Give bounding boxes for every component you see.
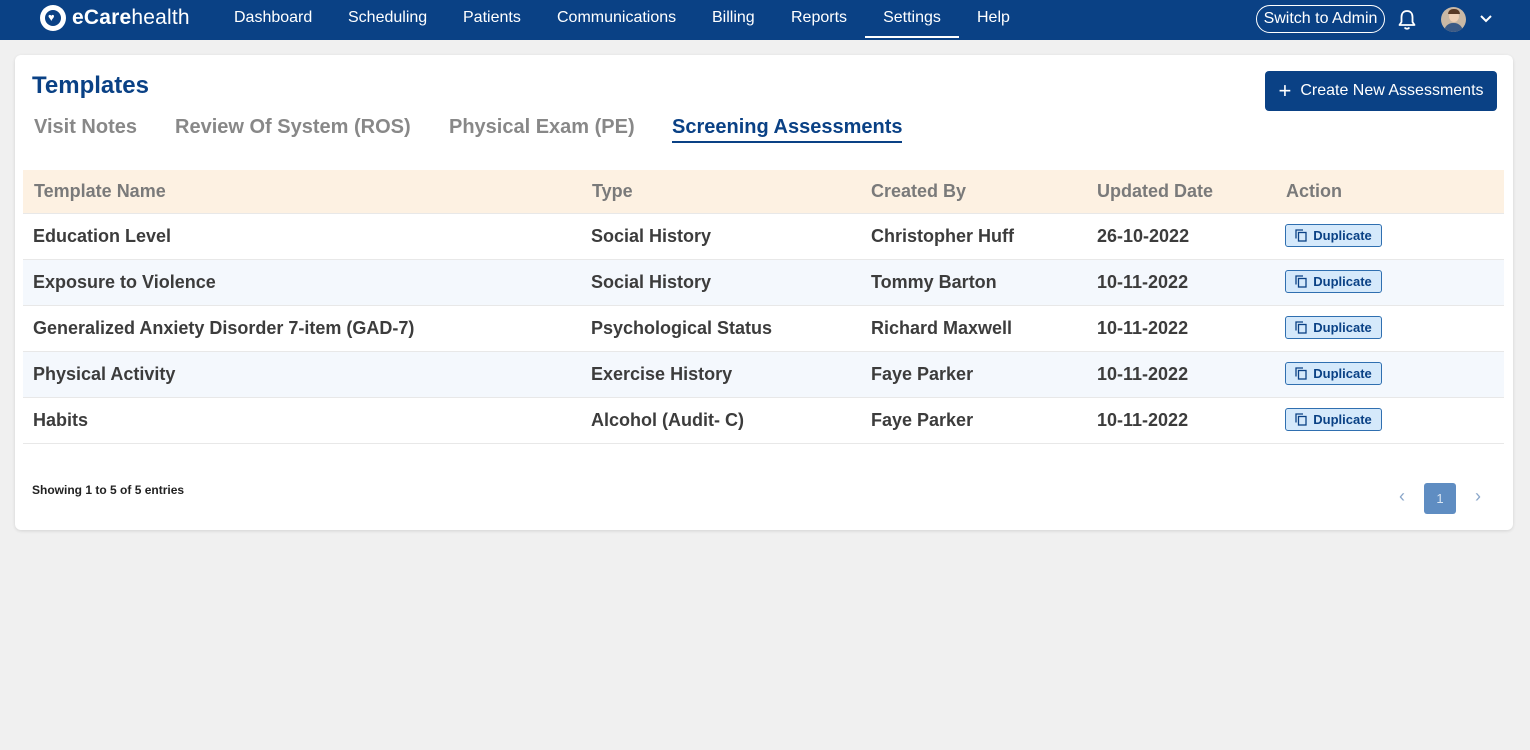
- table-row: Exposure to Violence Social History Tomm…: [23, 260, 1504, 306]
- templates-card: Templates + Create New Assessments Visit…: [15, 55, 1513, 530]
- heart-logo-icon: ♥: [40, 5, 66, 31]
- tab-screening-assessments[interactable]: Screening Assessments: [672, 116, 903, 143]
- copy-icon: [1295, 229, 1307, 242]
- cell-updated-date: 10-11-2022: [1097, 272, 1189, 292]
- cell-template-name[interactable]: Habits: [33, 398, 88, 443]
- column-header-type[interactable]: Type: [592, 170, 633, 213]
- nav-dashboard[interactable]: Dashboard: [234, 0, 312, 36]
- duplicate-label: Duplicate: [1313, 412, 1372, 427]
- nav-patients[interactable]: Patients: [463, 0, 521, 36]
- duplicate-button[interactable]: Duplicate: [1285, 270, 1382, 293]
- cell-type: Psychological Status: [591, 318, 773, 338]
- table-row: Physical Activity Exercise History Faye …: [23, 352, 1504, 398]
- page-title: Templates: [32, 72, 149, 99]
- tab-visit-notes[interactable]: Visit Notes: [34, 116, 137, 141]
- duplicate-label: Duplicate: [1313, 274, 1372, 289]
- column-header-action: Action: [1286, 181, 1342, 201]
- column-header-updated-date[interactable]: Updated Date: [1097, 170, 1213, 213]
- cell-updated-date: 10-11-2022: [1097, 318, 1189, 338]
- plus-icon: +: [1278, 78, 1292, 103]
- bell-icon[interactable]: [1397, 9, 1417, 31]
- duplicate-label: Duplicate: [1313, 320, 1372, 335]
- duplicate-button[interactable]: Duplicate: [1285, 224, 1382, 247]
- table-row: Generalized Anxiety Disorder 7-item (GAD…: [23, 306, 1504, 352]
- create-new-assessments-button[interactable]: + Create New Assessments: [1265, 71, 1497, 111]
- table-row: Habits Alcohol (Audit- C) Faye Parker 10…: [23, 398, 1504, 444]
- duplicate-button[interactable]: Duplicate: [1285, 408, 1382, 431]
- tab-review-of-system[interactable]: Review Of System (ROS): [175, 116, 411, 141]
- cell-template-name[interactable]: Physical Activity: [33, 352, 175, 397]
- nav-billing[interactable]: Billing: [712, 0, 755, 36]
- chevron-down-icon[interactable]: [1479, 13, 1493, 25]
- column-header-created-by[interactable]: Created By: [871, 170, 966, 213]
- templates-table: Template Name Type Created By Updated Da…: [23, 170, 1504, 444]
- chevron-left-icon[interactable]: ‹: [1395, 487, 1409, 505]
- duplicate-label: Duplicate: [1313, 366, 1372, 381]
- duplicate-button[interactable]: Duplicate: [1285, 362, 1382, 385]
- nav-settings[interactable]: Settings: [865, 0, 959, 38]
- copy-icon: [1295, 413, 1307, 426]
- switch-to-admin-button[interactable]: Switch to Admin: [1256, 5, 1385, 33]
- cell-type: Exercise History: [591, 364, 733, 384]
- cell-created-by: Tommy Barton: [871, 272, 997, 292]
- table-header: Template Name Type Created By Updated Da…: [23, 170, 1504, 214]
- cell-created-by: Faye Parker: [871, 410, 974, 430]
- cell-template-name[interactable]: Education Level: [33, 214, 171, 259]
- nav-scheduling[interactable]: Scheduling: [348, 0, 427, 36]
- brand-name: eCarehealth: [72, 6, 190, 29]
- tab-physical-exam[interactable]: Physical Exam (PE): [449, 116, 635, 141]
- ecarehealth-logo[interactable]: ♥ eCarehealth: [40, 3, 190, 33]
- copy-icon: [1295, 367, 1307, 380]
- duplicate-button[interactable]: Duplicate: [1285, 316, 1382, 339]
- cell-template-name[interactable]: Generalized Anxiety Disorder 7-item (GAD…: [33, 306, 414, 351]
- cell-created-by: Christopher Huff: [871, 226, 1014, 246]
- nav-help[interactable]: Help: [977, 0, 1010, 36]
- copy-icon: [1295, 321, 1307, 334]
- cell-updated-date: 10-11-2022: [1097, 410, 1189, 430]
- pagination-page-1[interactable]: 1: [1424, 483, 1456, 514]
- cell-type: Alcohol (Audit- C): [591, 410, 744, 430]
- cell-created-by: Richard Maxwell: [871, 318, 1013, 338]
- cell-type: Social History: [591, 272, 712, 292]
- cell-type: Social History: [591, 226, 712, 246]
- nav-communications[interactable]: Communications: [557, 0, 676, 36]
- cell-created-by: Faye Parker: [871, 364, 974, 384]
- duplicate-label: Duplicate: [1313, 228, 1372, 243]
- chevron-right-icon[interactable]: ›: [1471, 487, 1485, 505]
- avatar[interactable]: [1441, 7, 1466, 32]
- column-header-template-name[interactable]: Template Name: [34, 170, 166, 213]
- top-navbar: ♥ eCarehealth Dashboard Scheduling Patie…: [0, 0, 1530, 40]
- cell-updated-date: 26-10-2022: [1097, 226, 1190, 246]
- nav-reports[interactable]: Reports: [791, 0, 847, 36]
- cell-template-name[interactable]: Exposure to Violence: [33, 260, 216, 305]
- table-row: Education Level Social History Christoph…: [23, 214, 1504, 260]
- copy-icon: [1295, 275, 1307, 288]
- entries-summary: Showing 1 to 5 of 5 entries: [32, 483, 185, 497]
- cell-updated-date: 10-11-2022: [1097, 364, 1189, 384]
- create-button-label: Create New Assessments: [1300, 82, 1484, 99]
